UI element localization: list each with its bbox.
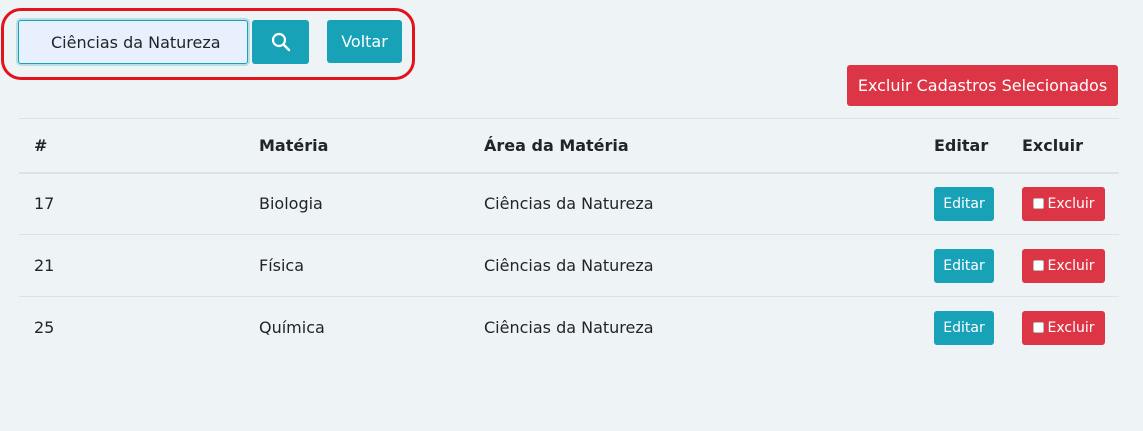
delete-selected-button[interactable]: Excluir Cadastros Selecionados <box>847 65 1118 106</box>
row-area: Ciências da Natureza <box>484 234 934 297</box>
page: Voltar Excluir Cadastros Selecionados # … <box>0 0 1143 431</box>
delete-label: Excluir <box>1047 195 1095 212</box>
search-icon <box>271 32 290 52</box>
row-id: 21 <box>19 234 259 297</box>
row-delete-cell: Excluir <box>1022 296 1119 359</box>
row-id: 25 <box>19 296 259 359</box>
table-row: 25 Química Ciências da Natureza Editar E… <box>19 296 1119 359</box>
row-edit-cell: Editar <box>934 234 1022 297</box>
delete-label: Excluir <box>1047 319 1095 336</box>
row-materia: Biologia <box>259 172 484 235</box>
row-area: Ciências da Natureza <box>484 172 934 235</box>
table-header-row: # Matéria Área da Matéria Editar Excluir <box>19 118 1119 174</box>
header-excluir: Excluir <box>1022 118 1119 174</box>
row-delete-cell: Excluir <box>1022 234 1119 297</box>
checkbox-icon[interactable] <box>1032 260 1044 271</box>
row-edit-cell: Editar <box>934 296 1022 359</box>
search-input[interactable] <box>18 20 248 64</box>
delete-label: Excluir <box>1047 257 1095 274</box>
row-area: Ciências da Natureza <box>484 296 934 359</box>
checkbox-icon[interactable] <box>1032 198 1044 210</box>
delete-button[interactable]: Excluir <box>1022 186 1105 221</box>
header-materia: Matéria <box>259 118 484 174</box>
delete-button[interactable]: Excluir <box>1022 310 1105 345</box>
row-materia: Química <box>259 296 484 359</box>
table-row: 21 Física Ciências da Natureza Editar Ex… <box>19 234 1119 297</box>
row-delete-cell: Excluir <box>1022 172 1119 235</box>
table-row: 17 Biologia Ciências da Natureza Editar … <box>19 172 1119 235</box>
edit-button[interactable]: Editar <box>934 186 994 221</box>
subjects-table: # Matéria Área da Matéria Editar Excluir… <box>19 118 1119 359</box>
row-edit-cell: Editar <box>934 172 1022 235</box>
voltar-button[interactable]: Voltar <box>327 20 402 63</box>
header-area: Área da Matéria <box>484 118 934 174</box>
row-materia: Física <box>259 234 484 297</box>
row-id: 17 <box>19 172 259 235</box>
edit-button[interactable]: Editar <box>934 310 994 345</box>
edit-button[interactable]: Editar <box>934 248 994 283</box>
checkbox-icon[interactable] <box>1032 322 1044 334</box>
search-button[interactable] <box>252 20 309 64</box>
delete-button[interactable]: Excluir <box>1022 248 1105 283</box>
header-editar: Editar <box>934 118 1022 174</box>
header-id: # <box>19 118 259 174</box>
